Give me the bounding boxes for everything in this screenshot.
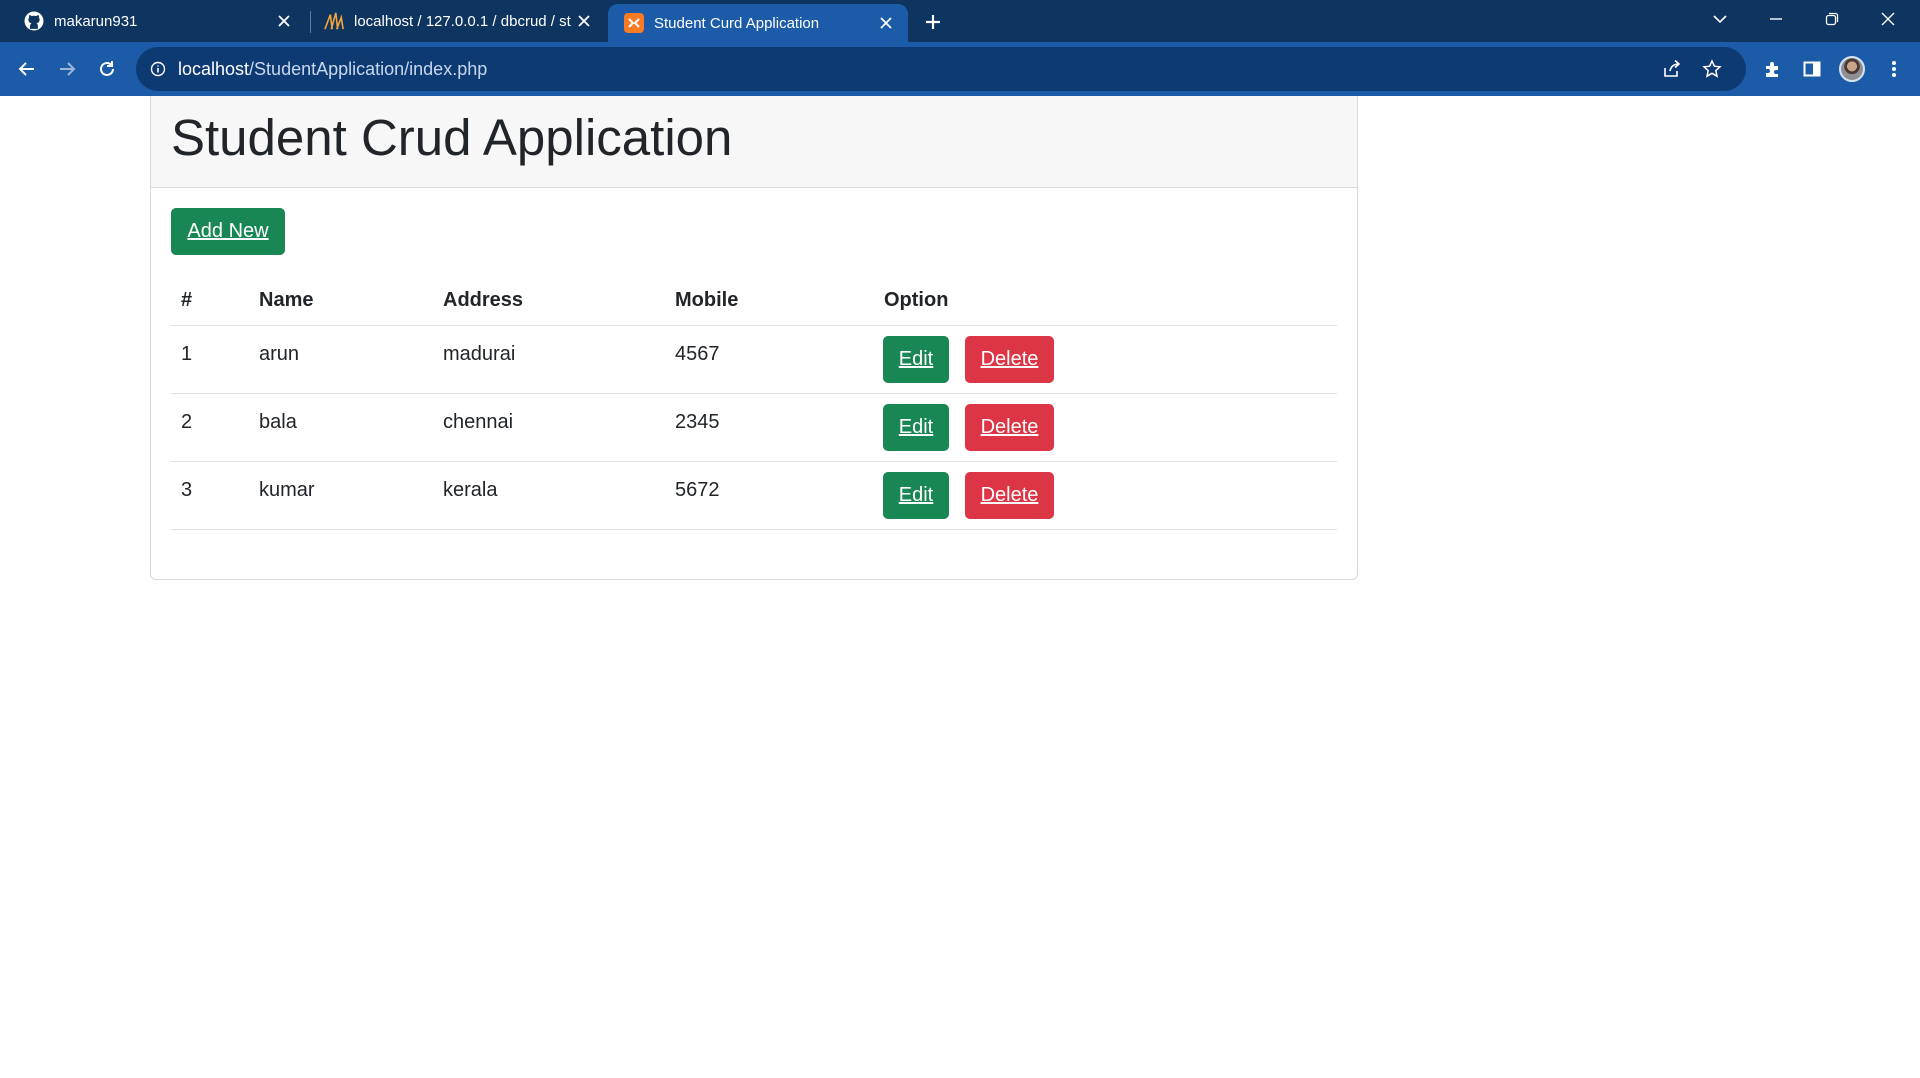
cell-name: kumar bbox=[259, 479, 315, 501]
close-window-button[interactable] bbox=[1860, 0, 1916, 38]
close-icon[interactable] bbox=[574, 11, 594, 31]
column-header-address: Address bbox=[443, 289, 524, 311]
profile-avatar[interactable] bbox=[1839, 56, 1865, 82]
address-bar[interactable]: localhost/StudentApplication/index.php bbox=[136, 47, 1746, 91]
edit-button[interactable]: Edit bbox=[883, 404, 949, 451]
cell-name: arun bbox=[259, 343, 300, 365]
cell-address: chennai bbox=[443, 411, 514, 433]
tab-strip: makarun931 localhost / 127.0.0.1 / dbcru… bbox=[0, 0, 1920, 42]
tab-phpmyadmin[interactable]: localhost / 127.0.0.1 / dbcrud / st bbox=[300, 0, 606, 42]
cell-mobile: 5672 bbox=[675, 479, 720, 501]
side-panel-icon[interactable] bbox=[1797, 54, 1827, 84]
delete-button[interactable]: Delete bbox=[965, 472, 1054, 519]
student-card: Student Crud Application Add New # Name … bbox=[150, 96, 1358, 580]
column-header-option: Option bbox=[884, 289, 949, 311]
delete-button[interactable]: Delete bbox=[965, 404, 1054, 451]
minimize-button[interactable] bbox=[1748, 0, 1804, 38]
restore-button[interactable] bbox=[1804, 0, 1860, 38]
browser-toolbar: localhost/StudentApplication/index.php bbox=[0, 42, 1920, 96]
page-title: Student Crud Application bbox=[171, 109, 733, 166]
back-button[interactable] bbox=[12, 54, 42, 84]
chevron-down-icon bbox=[1713, 15, 1727, 24]
restore-icon bbox=[1825, 12, 1839, 26]
url-path: /StudentApplication/index.php bbox=[249, 59, 488, 79]
star-icon[interactable] bbox=[1700, 57, 1724, 81]
close-icon[interactable] bbox=[876, 13, 896, 33]
github-icon bbox=[24, 11, 44, 31]
plus-icon bbox=[926, 15, 940, 29]
cell-id: 3 bbox=[181, 479, 193, 501]
close-icon[interactable] bbox=[274, 11, 294, 31]
tab-github[interactable]: makarun931 bbox=[0, 0, 306, 42]
cell-address: madurai bbox=[443, 343, 516, 365]
forward-button[interactable] bbox=[52, 54, 82, 84]
tab-student-app[interactable]: Student Curd Application bbox=[608, 4, 908, 42]
reload-icon bbox=[100, 61, 114, 76]
info-icon[interactable] bbox=[148, 59, 168, 79]
column-header-name: Name bbox=[259, 289, 314, 311]
card-header: Student Crud Application bbox=[151, 96, 1357, 188]
menu-icon[interactable] bbox=[1879, 54, 1909, 84]
table-row: 2 bala chennai 2345 Edit Delete bbox=[171, 394, 1337, 462]
share-icon[interactable] bbox=[1660, 57, 1684, 81]
cell-mobile: 4567 bbox=[675, 343, 720, 365]
tab-title: Student Curd Application bbox=[654, 14, 820, 32]
phpmyadmin-icon bbox=[324, 11, 344, 31]
table-row: 1 arun madurai 4567 Edit Delete bbox=[171, 326, 1337, 394]
edit-button[interactable]: Edit bbox=[883, 336, 949, 383]
tab-search-button[interactable] bbox=[1692, 0, 1748, 38]
cell-address: kerala bbox=[443, 479, 498, 501]
new-tab-button[interactable] bbox=[920, 9, 946, 35]
tab-title: makarun931 bbox=[54, 12, 138, 30]
cell-id: 1 bbox=[181, 343, 193, 365]
cell-mobile: 2345 bbox=[675, 411, 720, 433]
extensions-icon[interactable] bbox=[1757, 54, 1787, 84]
arrow-right-icon bbox=[60, 62, 76, 76]
close-icon bbox=[1881, 12, 1895, 26]
url-host: localhost bbox=[178, 59, 250, 79]
tab-title: localhost / 127.0.0.1 / dbcrud / st bbox=[354, 12, 571, 30]
table-row: 3 kumar kerala 5672 Edit Delete bbox=[171, 462, 1337, 530]
table-header: # Name Address Mobile Option bbox=[171, 274, 1337, 326]
minimize-icon bbox=[1770, 18, 1782, 20]
column-header-mobile: Mobile bbox=[675, 289, 739, 311]
add-new-button[interactable]: Add New bbox=[171, 208, 285, 255]
cell-name: bala bbox=[259, 411, 297, 433]
edit-button[interactable]: Edit bbox=[883, 472, 949, 519]
delete-button[interactable]: Delete bbox=[965, 336, 1054, 383]
xampp-icon bbox=[624, 13, 644, 33]
url-text[interactable]: localhost/StudentApplication/index.php bbox=[178, 59, 487, 80]
reload-button[interactable] bbox=[92, 54, 122, 84]
column-header-id: # bbox=[181, 289, 193, 311]
arrow-left-icon bbox=[18, 62, 34, 76]
cell-id: 2 bbox=[181, 411, 193, 433]
